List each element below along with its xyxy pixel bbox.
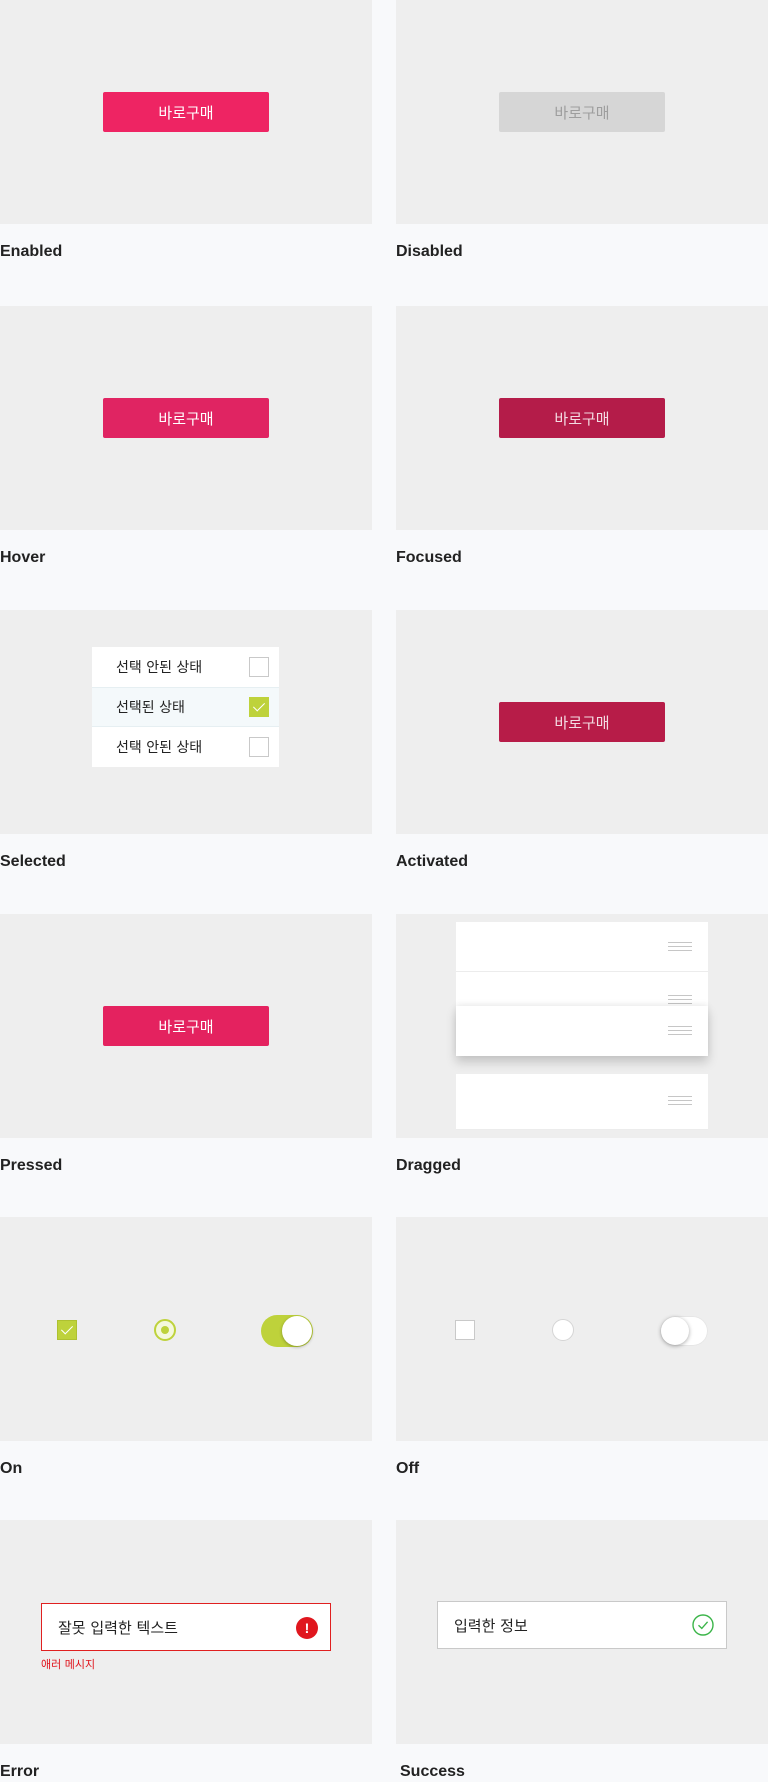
checkbox-unchecked[interactable] xyxy=(249,657,269,677)
preview-panel: 바로구매 xyxy=(0,914,372,1138)
checkbox-on[interactable] xyxy=(57,1320,77,1340)
buy-button-focused[interactable]: 바로구매 xyxy=(499,398,665,438)
drag-handle-icon[interactable] xyxy=(668,1096,692,1106)
list-item[interactable]: 선택 안된 상태 xyxy=(92,647,279,687)
state-label: Off xyxy=(396,1460,420,1477)
state-label: Pressed xyxy=(0,1157,63,1174)
draggable-list xyxy=(456,922,708,1138)
state-label: Enabled xyxy=(0,243,63,260)
list-item-dragged[interactable] xyxy=(456,1006,708,1056)
toggle-off[interactable] xyxy=(660,1316,708,1346)
state-label: Hover xyxy=(0,549,46,566)
check-circle-icon xyxy=(692,1614,714,1636)
drag-handle-icon[interactable] xyxy=(668,995,692,1005)
buy-button-pressed[interactable]: 바로구매 xyxy=(103,1006,269,1046)
field-value: 입력한 정보 xyxy=(454,1616,528,1635)
field-value: 잘못 입력한 텍스트 xyxy=(58,1618,178,1637)
checkbox-checked[interactable] xyxy=(249,697,269,717)
buy-button-activated[interactable]: 바로구매 xyxy=(499,702,665,742)
list-item[interactable] xyxy=(456,922,708,972)
list-item[interactable] xyxy=(456,1074,708,1130)
error-message: 애러 메시지 xyxy=(41,1658,96,1671)
error-icon: ! xyxy=(296,1617,318,1639)
toggle-on[interactable] xyxy=(261,1315,313,1347)
preview-panel: 선택 안된 상태 선택된 상태 선택 안된 상태 xyxy=(0,610,372,834)
radio-off[interactable] xyxy=(552,1319,574,1341)
state-label: Selected xyxy=(0,853,66,870)
preview-panel: 바로구매 xyxy=(0,306,372,530)
state-label: Activated xyxy=(396,853,469,870)
text-field-success[interactable]: 입력한 정보 xyxy=(437,1601,727,1649)
state-label: Focused xyxy=(396,549,462,566)
preview-panel: 바로구매 xyxy=(396,0,768,224)
list-item[interactable] xyxy=(456,972,708,1006)
preview-panel: 입력한 정보 xyxy=(396,1520,768,1744)
buy-button-enabled[interactable]: 바로구매 xyxy=(103,92,269,132)
drag-handle-icon[interactable] xyxy=(668,1026,692,1036)
preview-panel: 바로구매 xyxy=(396,306,768,530)
preview-panel xyxy=(396,914,768,1138)
list-item-label: 선택된 상태 xyxy=(116,700,185,716)
checkbox-off[interactable] xyxy=(455,1320,475,1340)
buy-button-disabled: 바로구매 xyxy=(499,92,665,132)
radio-on[interactable] xyxy=(154,1319,176,1341)
toggle-knob xyxy=(282,1316,312,1346)
state-label: Disabled xyxy=(396,243,463,260)
list-item[interactable]: 선택 안된 상태 xyxy=(92,727,279,767)
preview-panel: 잘못 입력한 텍스트 ! 애러 메시지 xyxy=(0,1520,372,1744)
state-label: Dragged xyxy=(396,1157,461,1174)
state-label: Error xyxy=(0,1763,40,1780)
text-field-error[interactable]: 잘못 입력한 텍스트 ! xyxy=(41,1603,331,1651)
state-label: Success xyxy=(400,1763,465,1780)
list-item-selected[interactable]: 선택된 상태 xyxy=(92,687,279,727)
preview-panel xyxy=(396,1217,768,1441)
list-item-label: 선택 안된 상태 xyxy=(116,660,203,676)
preview-panel: 바로구매 xyxy=(396,610,768,834)
preview-panel: 바로구매 xyxy=(0,0,372,224)
list-item-label: 선택 안된 상태 xyxy=(116,740,203,756)
state-label: On xyxy=(0,1460,23,1477)
selection-list: 선택 안된 상태 선택된 상태 선택 안된 상태 xyxy=(92,647,279,767)
toggle-knob xyxy=(661,1317,689,1345)
preview-panel xyxy=(0,1217,372,1441)
drag-handle-icon[interactable] xyxy=(668,942,692,952)
buy-button-hover[interactable]: 바로구매 xyxy=(103,398,269,438)
checkbox-unchecked[interactable] xyxy=(249,737,269,757)
